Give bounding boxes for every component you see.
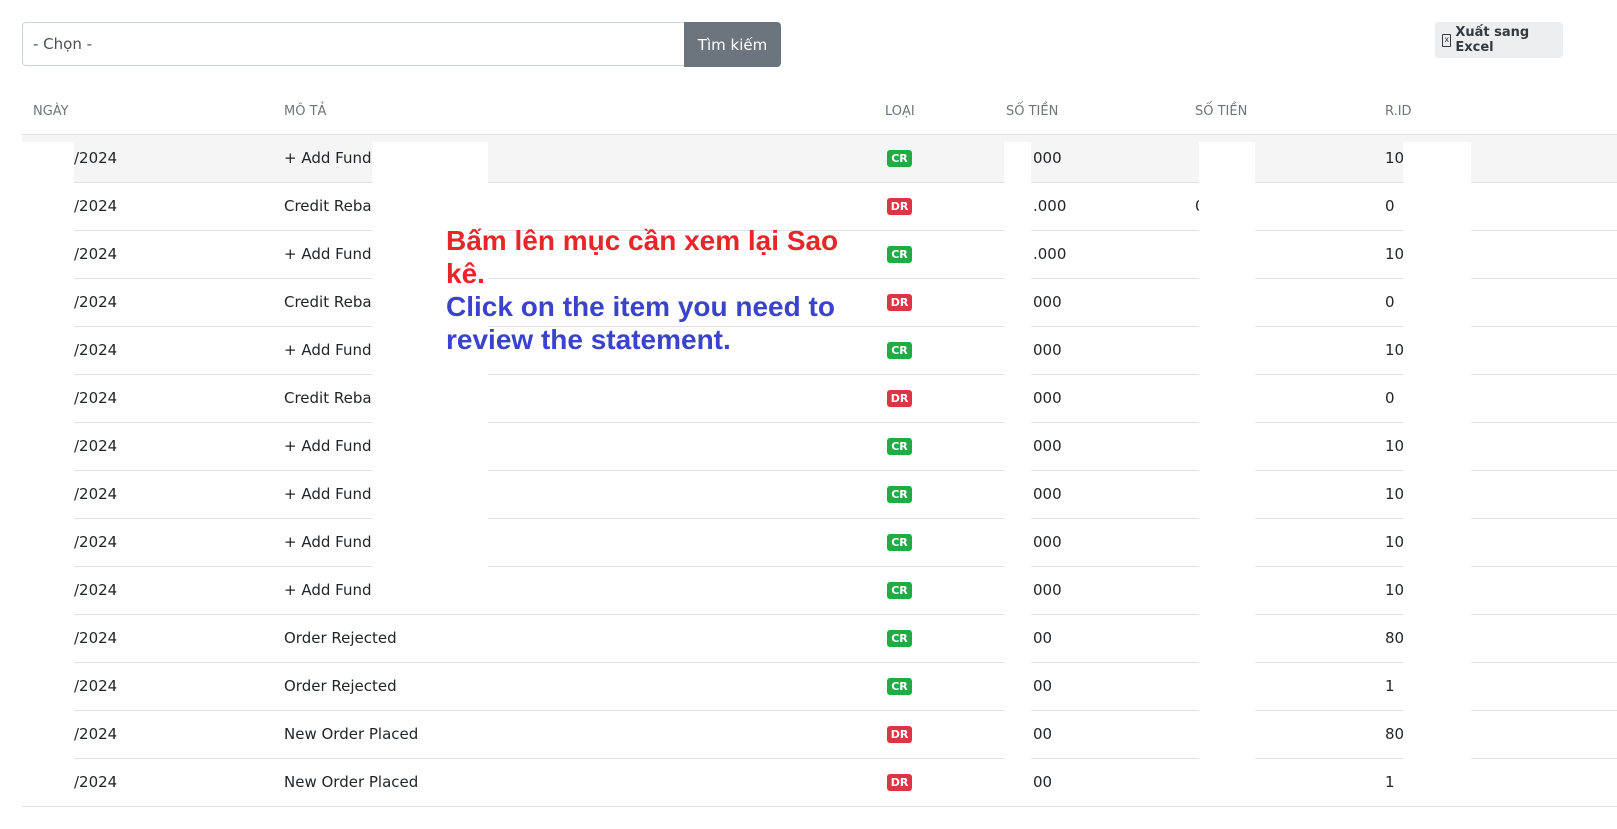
table-row[interactable]: /2024 + Add Funds 000 10 CR	[22, 519, 1617, 567]
cell-description: New Order Placed	[284, 725, 419, 743]
cell-amount: 000	[1033, 341, 1062, 359]
table-header: NGÀY MÔ TẢ LOẠI SỐ TIỀN SỐ TIỀN R.ID	[22, 96, 1617, 135]
table-row[interactable]: /2024 Order Rejected 00 80 CR	[22, 615, 1617, 663]
type-badge: CR	[887, 534, 912, 551]
cell-date: /2024	[74, 293, 118, 311]
table-row[interactable]: /2024 + Add Funds 000 10 CR	[22, 135, 1617, 183]
cell-date: /2024	[74, 773, 118, 791]
type-badge: CR	[887, 582, 912, 599]
type-badge: DR	[887, 774, 912, 791]
type-badge: DR	[887, 390, 912, 407]
cell-description: + Add Funds	[284, 341, 380, 359]
cell-date: /2024	[74, 341, 118, 359]
type-badge: DR	[887, 198, 912, 215]
cell-amount: 000	[1033, 437, 1062, 455]
cell-amount: .000	[1033, 245, 1067, 263]
cell-amount: 000	[1033, 389, 1062, 407]
redaction-block	[22, 142, 74, 802]
header-balance: SỐ TIỀN	[1195, 104, 1248, 119]
cell-rid: 10	[1385, 533, 1405, 551]
type-badge: DR	[887, 294, 912, 311]
cell-amount: 00	[1033, 629, 1053, 647]
redaction-block	[1004, 142, 1031, 802]
cell-date: /2024	[74, 149, 118, 167]
type-badge: CR	[887, 246, 912, 263]
cell-description: Order Rejected	[284, 629, 397, 647]
cell-amount: 00	[1033, 773, 1053, 791]
cell-rid: 1	[1385, 677, 1395, 695]
type-badge: CR	[887, 678, 912, 695]
cell-date: /2024	[74, 197, 118, 215]
table-row[interactable]: /2024 + Add Funds 000 10 CR	[22, 567, 1617, 615]
instruction-english: Click on the item you need to review the…	[446, 291, 835, 355]
header-type: LOẠI	[885, 104, 915, 119]
cell-rid: 10	[1385, 245, 1405, 263]
table-row[interactable]: /2024 New Order Placed 00 80 DR	[22, 711, 1617, 759]
cell-amount: .000	[1033, 197, 1067, 215]
header-date: NGÀY	[33, 104, 69, 119]
cell-rid: 10	[1385, 485, 1405, 503]
type-badge: CR	[887, 150, 912, 167]
type-badge: CR	[887, 630, 912, 647]
redaction-block	[1199, 142, 1255, 802]
export-excel-button[interactable]: x Xuất sang Excel	[1435, 22, 1563, 58]
cell-rid: 80	[1385, 629, 1405, 647]
cell-amount: 00	[1033, 725, 1053, 743]
search-button[interactable]: Tìm kiếm	[684, 22, 781, 67]
cell-amount: 000	[1033, 485, 1062, 503]
cell-description: Order Rejected	[284, 677, 397, 695]
table-row[interactable]: /2024 + Add Funds 000 10 CR	[22, 423, 1617, 471]
cell-rid: 10	[1385, 581, 1405, 599]
redaction-block	[1403, 142, 1471, 802]
cell-description: + Add Funds	[284, 533, 380, 551]
instruction-vietnamese: Bấm lên mục cần xem lại Sao kê.	[446, 225, 839, 289]
cell-rid: 10	[1385, 437, 1405, 455]
cell-date: /2024	[74, 629, 118, 647]
cell-rid: 0	[1385, 197, 1395, 215]
cell-rid: 1	[1385, 773, 1395, 791]
header-amount: SỐ TIỀN	[1006, 104, 1059, 119]
table-row[interactable]: /2024 + Add Funds 000 10 CR	[22, 471, 1617, 519]
cell-description: New Order Placed	[284, 773, 419, 791]
cell-date: /2024	[74, 725, 118, 743]
redaction-block	[372, 142, 488, 612]
table-row[interactable]: /2024 Credit Rebate 000 0 DR	[22, 375, 1617, 423]
type-badge: CR	[887, 342, 912, 359]
cell-description: + Add Funds	[284, 245, 380, 263]
cell-description: + Add Funds	[284, 149, 380, 167]
excel-file-icon: x	[1442, 33, 1452, 47]
cell-date: /2024	[74, 581, 118, 599]
cell-description: + Add Funds	[284, 581, 380, 599]
cell-date: /2024	[74, 245, 118, 263]
header-rid: R.ID	[1385, 104, 1412, 119]
header-description: MÔ TẢ	[284, 104, 327, 119]
cell-description: + Add Funds	[284, 485, 380, 503]
cell-rid: 80	[1385, 725, 1405, 743]
table-row[interactable]: /2024 Order Rejected 00 1 CR	[22, 663, 1617, 711]
cell-rid: 0	[1385, 389, 1395, 407]
cell-date: /2024	[74, 485, 118, 503]
cell-rid: 10	[1385, 149, 1405, 167]
filter-select[interactable]: - Chọn -	[22, 22, 684, 66]
type-badge: DR	[887, 726, 912, 743]
cell-amount: 000	[1033, 533, 1062, 551]
cell-date: /2024	[74, 677, 118, 695]
export-excel-label: Xuất sang Excel	[1455, 25, 1530, 55]
cell-rid: 0	[1385, 293, 1395, 311]
cell-amount: 00	[1033, 677, 1053, 695]
table-row[interactable]: /2024 New Order Placed 00 1 DR	[22, 759, 1617, 807]
cell-date: /2024	[74, 437, 118, 455]
cell-date: /2024	[74, 389, 118, 407]
cell-date: /2024	[74, 533, 118, 551]
type-badge: CR	[887, 486, 912, 503]
cell-description: + Add Funds	[284, 437, 380, 455]
cell-rid: 10	[1385, 341, 1405, 359]
cell-amount: 000	[1033, 149, 1062, 167]
instruction-annotation: Bấm lên mục cần xem lại Sao kê. Click on…	[446, 224, 866, 356]
type-badge: CR	[887, 438, 912, 455]
cell-amount: 000	[1033, 293, 1062, 311]
cell-amount: 000	[1033, 581, 1062, 599]
